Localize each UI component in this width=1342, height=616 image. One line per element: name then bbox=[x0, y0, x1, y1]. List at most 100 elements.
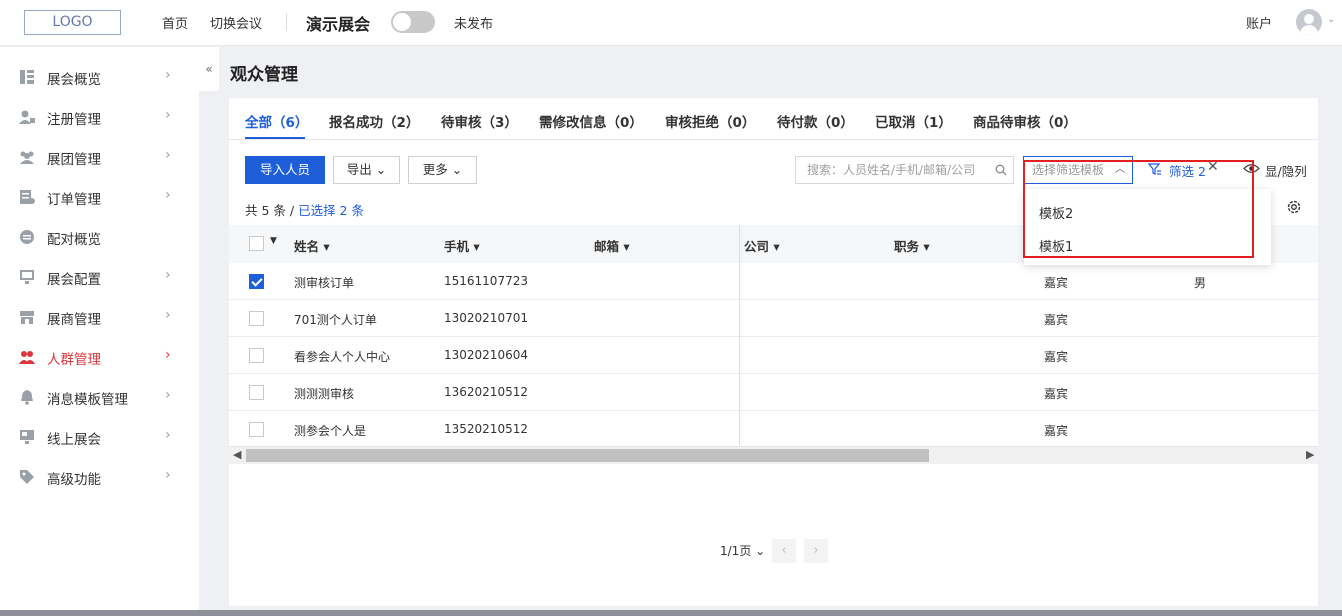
sidebar-item-label: 展团管理 bbox=[47, 152, 101, 168]
sidebar-item-label: 展会配置 bbox=[47, 272, 101, 288]
filter-link[interactable]: 筛选 2 bbox=[1169, 161, 1206, 180]
col-name[interactable]: 姓名 ▾ bbox=[294, 236, 330, 255]
cell-name: 看参会人个人中心 bbox=[294, 350, 391, 364]
sidebar-item-label: 配对概览 bbox=[47, 232, 101, 248]
sidebar-item-label: 展会概览 bbox=[47, 72, 101, 88]
chevron-right-icon: › bbox=[165, 467, 171, 483]
row-checkbox[interactable] bbox=[249, 422, 264, 437]
prev-page-button[interactable]: ‹ bbox=[772, 539, 796, 563]
status-tabs: 全部（6） 报名成功（2） 待审核（3） 需修改信息（0） 审核拒绝（0） 待付… bbox=[229, 98, 1318, 140]
tab-rejected[interactable]: 审核拒绝（0） bbox=[665, 111, 755, 131]
row-checkbox[interactable] bbox=[249, 385, 264, 400]
col-phone[interactable]: 手机 ▾ bbox=[444, 236, 480, 255]
horizontal-scrollbar[interactable]: ◀ ▶ bbox=[229, 446, 1318, 464]
bell-icon bbox=[21, 390, 33, 405]
tab-pending-review[interactable]: 待审核（3） bbox=[441, 111, 518, 131]
more-button[interactable]: 更多 ⌄ bbox=[408, 156, 477, 184]
export-label: 导出 bbox=[346, 162, 372, 177]
overview-icon bbox=[20, 70, 34, 84]
next-page-button[interactable]: › bbox=[804, 539, 828, 563]
scroll-left-icon[interactable]: ◀ bbox=[233, 448, 241, 461]
logo[interactable]: LOGO bbox=[24, 10, 121, 35]
sidebar-item[interactable]: 线上展会 › bbox=[0, 417, 199, 457]
scrollbar-thumb[interactable] bbox=[246, 449, 929, 462]
toggle-knob bbox=[393, 13, 411, 31]
search-input[interactable] bbox=[796, 157, 986, 183]
divider bbox=[286, 13, 287, 31]
scroll-right-icon[interactable]: ▶ bbox=[1306, 448, 1314, 461]
tab-goods-review[interactable]: 商品待审核（0） bbox=[973, 111, 1077, 131]
config-icon bbox=[20, 270, 34, 284]
count-selected[interactable]: 已选择 2 条 bbox=[298, 203, 364, 218]
fixed-column-divider bbox=[739, 225, 740, 445]
taskbar-strip bbox=[0, 610, 1342, 616]
row-checkbox[interactable] bbox=[249, 348, 264, 363]
tab-registered[interactable]: 报名成功（2） bbox=[329, 111, 419, 131]
sidebar-item[interactable]: 展商管理 › bbox=[0, 297, 199, 337]
sidebar-item-label: 线上展会 bbox=[47, 432, 101, 448]
table-row[interactable]: 测审核订单 15161107723 嘉宾 男 bbox=[229, 263, 1318, 300]
table-row[interactable]: 测参会个人是 13520210512 嘉宾 bbox=[229, 411, 1318, 448]
cell-phone: 13020210701 bbox=[444, 311, 528, 325]
filter-icon[interactable] bbox=[1148, 162, 1162, 176]
cell-role: 嘉宾 bbox=[1044, 313, 1069, 327]
nav-switch-meeting[interactable]: 切换会议 bbox=[210, 13, 262, 32]
tag-icon bbox=[20, 470, 34, 484]
chevron-right-icon: › bbox=[165, 107, 171, 123]
tab-pending-payment[interactable]: 待付款（0） bbox=[777, 111, 854, 131]
account-label[interactable]: 账户 bbox=[1246, 13, 1272, 32]
row-checkbox[interactable] bbox=[249, 274, 264, 289]
gear-icon[interactable] bbox=[1285, 198, 1303, 216]
sidebar-item[interactable]: 人群管理 › bbox=[0, 337, 199, 377]
import-button[interactable]: 导入人员 bbox=[245, 156, 325, 184]
sidebar-item[interactable]: 订单管理 › bbox=[0, 177, 199, 217]
eye-icon[interactable] bbox=[1243, 162, 1260, 175]
sidebar-item[interactable]: 展会概览 › bbox=[0, 57, 199, 97]
row-checkbox[interactable] bbox=[249, 311, 264, 326]
tab-cancelled[interactable]: 已取消（1） bbox=[875, 111, 952, 131]
sidebar-item[interactable]: 消息模板管理 › bbox=[0, 377, 199, 417]
sidebar: 展会概览 › 注册管理 › 展团管理 › 订单管理 › 配对概览 展会配置 › 展商管理 › 人群管理 › 消… bbox=[0, 47, 199, 616]
select-dropdown-icon[interactable]: ▼ bbox=[270, 236, 277, 246]
template-option-1[interactable]: 模板1 bbox=[1039, 236, 1073, 255]
sidebar-item[interactable]: 展会配置 › bbox=[0, 257, 199, 297]
table-row[interactable]: 701测个人订单 13020210701 嘉宾 bbox=[229, 300, 1318, 337]
filter-template-select[interactable]: 选择筛选模板 ︿ bbox=[1023, 156, 1133, 184]
tab-needs-edit[interactable]: 需修改信息（0） bbox=[539, 111, 643, 131]
expo-title: 演示展会 bbox=[306, 15, 371, 34]
chevron-right-icon: › bbox=[165, 387, 171, 403]
col-email[interactable]: 邮箱 ▾ bbox=[594, 236, 630, 255]
col-position[interactable]: 职务 ▾ bbox=[894, 236, 930, 255]
avatar[interactable] bbox=[1296, 9, 1322, 35]
sidebar-item-label: 消息模板管理 bbox=[47, 392, 128, 408]
chevron-down-icon[interactable]: ⌄ bbox=[1327, 14, 1335, 25]
sidebar-item[interactable]: 注册管理 › bbox=[0, 97, 199, 137]
cell-name: 测测测审核 bbox=[294, 387, 355, 401]
template-placeholder: 选择筛选模板 bbox=[1032, 163, 1105, 177]
search-icon[interactable] bbox=[995, 164, 1007, 176]
tab-all[interactable]: 全部（6） bbox=[245, 111, 308, 131]
page-indicator[interactable]: 1/1页 ⌄ bbox=[720, 542, 765, 559]
sidebar-item[interactable]: 高级功能 › bbox=[0, 457, 199, 497]
export-button[interactable]: 导出 ⌄ bbox=[333, 156, 400, 184]
user-register-icon bbox=[19, 110, 35, 124]
collapse-sidebar-button[interactable]: « bbox=[199, 47, 219, 91]
table-row[interactable]: 看参会人个人中心 13020210604 嘉宾 bbox=[229, 337, 1318, 374]
publish-toggle[interactable] bbox=[391, 11, 435, 33]
template-option-2[interactable]: 模板2 bbox=[1039, 203, 1073, 222]
show-hide-columns[interactable]: 显/隐列 bbox=[1265, 161, 1307, 180]
cell-name: 测审核订单 bbox=[294, 276, 355, 290]
table-row[interactable]: 测测测审核 13620210512 嘉宾 bbox=[229, 374, 1318, 411]
nav-home[interactable]: 首页 bbox=[162, 13, 188, 32]
select-all-checkbox[interactable] bbox=[249, 236, 264, 251]
cell-role: 嘉宾 bbox=[1044, 424, 1069, 438]
cell-phone: 13020210604 bbox=[444, 348, 528, 362]
sidebar-item[interactable]: 配对概览 bbox=[0, 217, 199, 257]
chevron-right-icon: › bbox=[165, 427, 171, 443]
cell-role: 嘉宾 bbox=[1044, 387, 1069, 401]
sidebar-item[interactable]: 展团管理 › bbox=[0, 137, 199, 177]
close-icon[interactable]: ✕ bbox=[1207, 159, 1219, 175]
chevron-down-icon: ⌄ bbox=[371, 162, 387, 177]
search-box bbox=[795, 156, 1014, 184]
col-company[interactable]: 公司 ▾ bbox=[744, 236, 780, 255]
